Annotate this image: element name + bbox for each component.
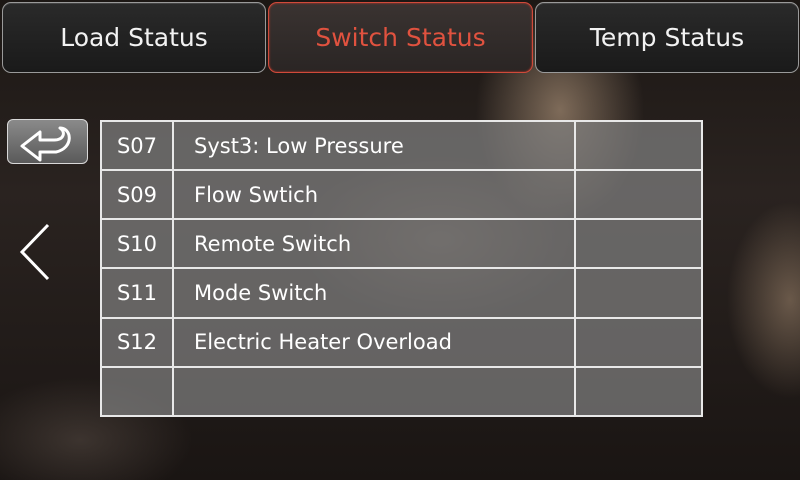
table-row	[100, 365, 703, 418]
chevron-left-icon	[19, 223, 50, 281]
switch-value-cell	[574, 119, 703, 172]
switch-code-cell: S11	[100, 267, 174, 319]
switch-name-cell: Syst3: Low Pressure	[172, 119, 576, 172]
tab-switch-status-label: Switch Status	[315, 23, 486, 52]
table-row: S12 Electric Heater Overload	[100, 316, 703, 368]
switch-value-cell	[574, 267, 703, 319]
switch-value-cell	[574, 316, 703, 368]
return-arrow-icon	[20, 126, 71, 161]
switch-name-cell: Flow Swtich	[172, 169, 576, 221]
tab-load-status-label: Load Status	[60, 23, 208, 52]
table-row: S07 Syst3: Low Pressure	[100, 119, 703, 172]
table-row: S09 Flow Swtich	[100, 169, 703, 221]
tab-temp-status[interactable]: Temp Status	[535, 2, 799, 73]
switch-name-cell: Remote Switch	[172, 218, 576, 270]
switch-name-cell: Mode Switch	[172, 267, 576, 319]
switch-name-cell	[172, 365, 576, 418]
back-button[interactable]	[7, 119, 88, 164]
tab-switch-status[interactable]: Switch Status	[268, 2, 533, 73]
switch-code-cell: S12	[100, 316, 174, 368]
switch-name-cell: Electric Heater Overload	[172, 316, 576, 368]
switch-code-cell: S09	[100, 169, 174, 221]
switch-value-cell	[574, 218, 703, 270]
tab-load-status[interactable]: Load Status	[2, 2, 266, 73]
switch-status-table: S07 Syst3: Low Pressure S09 Flow Swtich …	[100, 119, 703, 418]
switch-value-cell	[574, 169, 703, 221]
switch-code-cell	[100, 365, 174, 418]
switch-value-cell	[574, 365, 703, 418]
previous-page-button[interactable]	[12, 220, 56, 284]
switch-code-cell: S10	[100, 218, 174, 270]
tab-temp-status-label: Temp Status	[589, 23, 745, 52]
table-row: S10 Remote Switch	[100, 218, 703, 270]
switch-code-cell: S07	[100, 119, 174, 172]
table-row: S11 Mode Switch	[100, 267, 703, 319]
